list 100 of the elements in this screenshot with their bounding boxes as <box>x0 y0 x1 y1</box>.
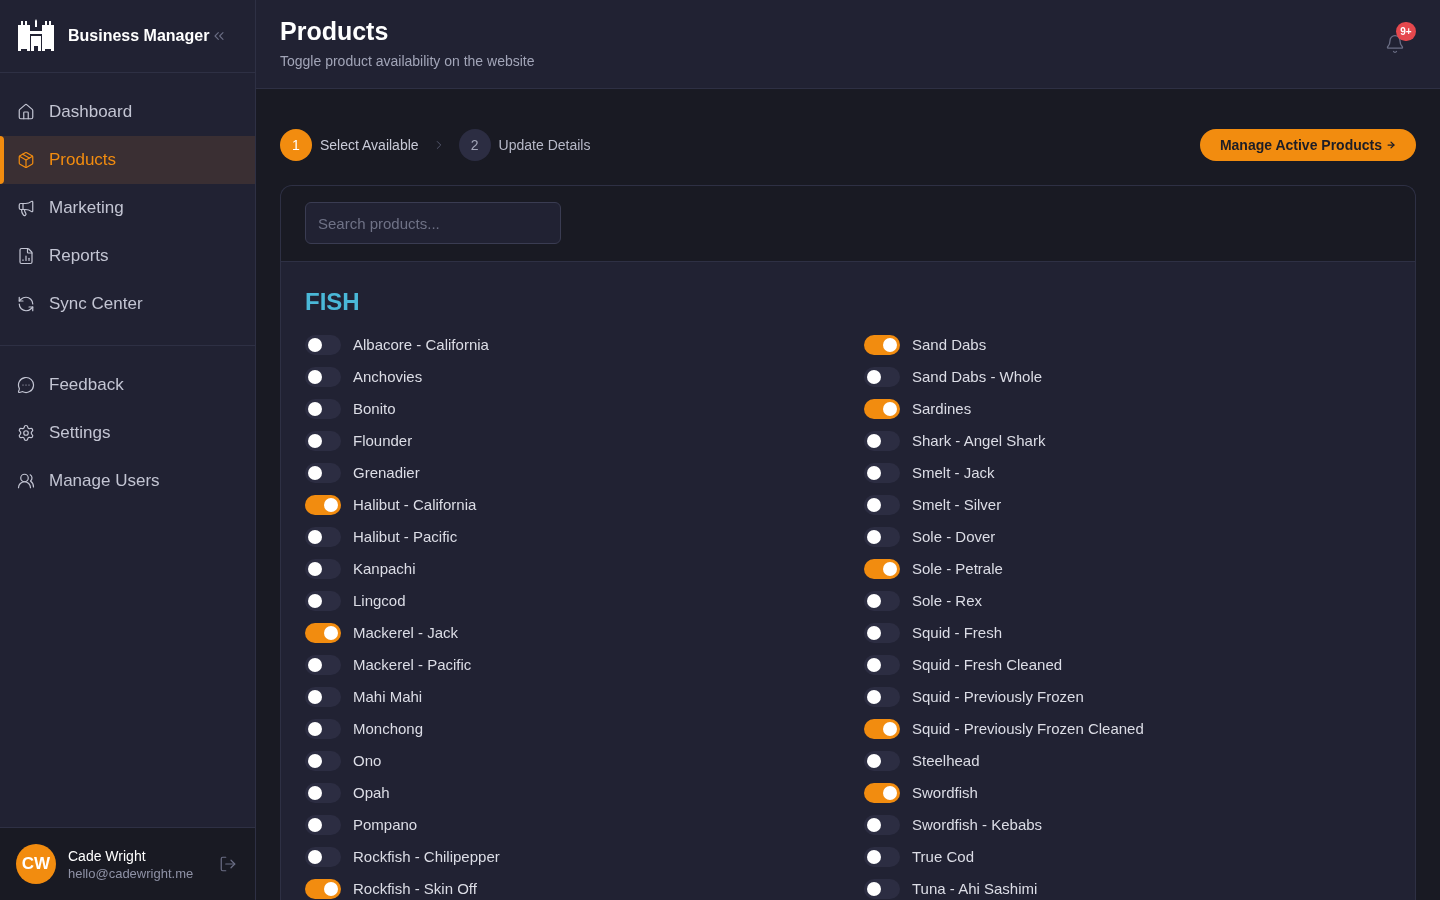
category-heading: FISH <box>305 287 361 317</box>
toggle-switch[interactable] <box>864 367 900 387</box>
product-name: Monchong <box>353 718 424 739</box>
toggle-switch[interactable] <box>864 431 900 451</box>
product-name: Swordfish <box>912 782 978 803</box>
toggle-switch[interactable] <box>864 623 900 643</box>
step-number: 2 <box>458 129 491 161</box>
toggle-switch[interactable] <box>305 527 341 547</box>
nav-item[interactable]: Products <box>0 136 255 184</box>
toggle-switch[interactable] <box>305 815 341 835</box>
toggle-switch[interactable] <box>864 783 900 803</box>
toggle-switch[interactable] <box>305 463 341 483</box>
product-name: Smelt - Jack <box>912 462 995 483</box>
toggle-switch[interactable] <box>305 687 341 707</box>
product-name: Mackerel - Pacific <box>353 654 472 675</box>
page-title: Products <box>280 16 390 47</box>
box-icon <box>17 151 35 169</box>
product-name: Tuna - Ahi Sashimi <box>912 878 1038 899</box>
product-name: Anchovies <box>353 366 423 387</box>
nav-item[interactable]: Marketing <box>0 184 255 232</box>
toggle-switch[interactable] <box>864 687 900 707</box>
nav-item[interactable]: Feedback <box>0 361 255 409</box>
notification-bell-icon[interactable] <box>1385 34 1405 54</box>
toggle-switch[interactable] <box>864 335 900 355</box>
nav-item[interactable]: Manage Users <box>0 457 255 505</box>
product-name: Sardines <box>912 398 972 419</box>
toggle-switch[interactable] <box>305 719 341 739</box>
user-email: hello@cadewright.me <box>68 864 194 882</box>
toggle-switch[interactable] <box>864 751 900 771</box>
product-name: Squid - Previously Frozen <box>912 686 1084 707</box>
brand-name: Business Manager <box>68 26 210 46</box>
product-name: Shark - Angel Shark <box>912 430 1046 451</box>
home-icon <box>17 103 35 121</box>
step-label: Select Available <box>320 135 419 155</box>
toggle-switch[interactable] <box>305 751 341 771</box>
product-name: Flounder <box>353 430 413 451</box>
toggle-switch[interactable] <box>305 335 341 355</box>
nav-item[interactable]: Sync Center <box>0 280 255 328</box>
product-name: Squid - Fresh Cleaned <box>912 654 1063 675</box>
toggle-switch[interactable] <box>305 623 341 643</box>
search-field[interactable]: Search products... <box>305 202 561 244</box>
product-name: Bonito <box>353 398 396 419</box>
product-name: Sole - Rex <box>912 590 983 611</box>
settings-icon <box>17 424 35 442</box>
toggle-switch[interactable] <box>305 879 341 899</box>
toggle-switch[interactable] <box>305 399 341 419</box>
product-name: Sole - Dover <box>912 526 996 547</box>
toggle-switch[interactable] <box>864 847 900 867</box>
chat-bubble-icon <box>17 376 35 394</box>
report-icon <box>17 247 35 265</box>
manage-active-products-button[interactable]: Manage Active Products <box>1199 129 1416 161</box>
product-name: Sand Dabs <box>912 334 987 355</box>
toggle-switch[interactable] <box>305 847 341 867</box>
nav-item[interactable]: Reports <box>0 232 255 280</box>
sync-icon <box>17 295 35 313</box>
toggle-switch[interactable] <box>864 495 900 515</box>
toggle-switch[interactable] <box>864 559 900 579</box>
nav-item[interactable]: Settings <box>0 409 255 457</box>
product-name: Rockfish - Skin Off <box>353 878 477 899</box>
toggle-switch[interactable] <box>864 591 900 611</box>
toggle-switch[interactable] <box>305 495 341 515</box>
megaphone-icon <box>17 199 35 217</box>
product-name: Albacore - California <box>353 334 489 355</box>
toggle-switch[interactable] <box>305 559 341 579</box>
user-name: Cade Wright <box>68 846 147 865</box>
toggle-switch[interactable] <box>305 655 341 675</box>
product-name: Opah <box>353 782 390 803</box>
product-name: Ono <box>353 750 382 771</box>
toggle-switch[interactable] <box>864 879 900 899</box>
product-name: Sand Dabs - Whole <box>912 366 1043 387</box>
product-name: Steelhead <box>912 750 980 771</box>
step-label: Update Details <box>498 135 591 155</box>
product-name: Smelt - Silver <box>912 494 1002 515</box>
product-name: Squid - Fresh <box>912 622 1003 643</box>
product-name: Swordfish - Kebabs <box>912 814 1043 835</box>
product-name: Rockfish - Chilipepper <box>353 846 500 867</box>
page-subtitle: Toggle product availability on the website <box>280 52 535 71</box>
users-icon <box>17 472 35 490</box>
nav-item[interactable]: Dashboard <box>0 88 255 136</box>
logout-icon[interactable] <box>219 855 237 873</box>
toggle-switch[interactable] <box>305 783 341 803</box>
toggle-switch[interactable] <box>864 463 900 483</box>
logo-icon <box>17 19 55 53</box>
product-name: Halibut - Pacific <box>353 526 458 547</box>
toggle-switch[interactable] <box>864 719 900 739</box>
notification-badge: 9+ <box>1396 22 1416 41</box>
toggle-switch[interactable] <box>305 367 341 387</box>
product-name: Mahi Mahi <box>353 686 423 707</box>
product-name: Mackerel - Jack <box>353 622 459 643</box>
toggle-switch[interactable] <box>864 399 900 419</box>
product-name: Grenadier <box>353 462 420 483</box>
toggle-switch[interactable] <box>305 591 341 611</box>
product-name: Halibut - California <box>353 494 477 515</box>
product-name: Kanpachi <box>353 558 416 579</box>
toggle-switch[interactable] <box>864 655 900 675</box>
toggle-switch[interactable] <box>864 815 900 835</box>
toggle-switch[interactable] <box>305 431 341 451</box>
toggle-switch[interactable] <box>864 527 900 547</box>
product-name: Sole - Petrale <box>912 558 1003 579</box>
user-avatar: CW <box>16 844 56 884</box>
